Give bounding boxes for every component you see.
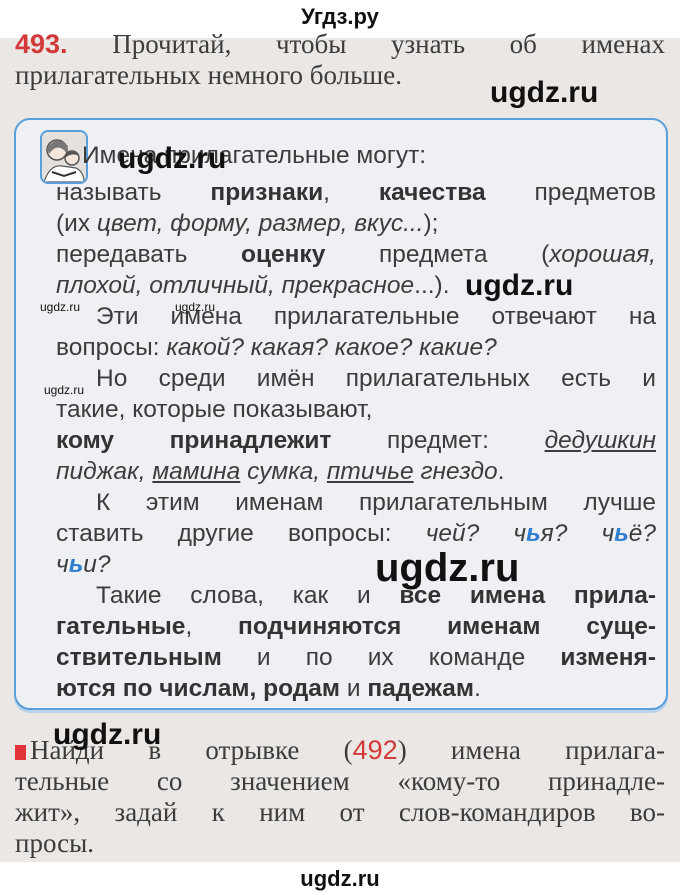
text-segment: просы. <box>15 828 94 858</box>
text-segment: кому принадлежит <box>56 427 332 454</box>
text-segment: сумка, <box>240 458 327 485</box>
text-segment: ё? <box>628 520 656 547</box>
watermark: ugdz.ru <box>40 300 81 314</box>
text-segment: признаки <box>210 179 324 206</box>
text-segment: плохой, отличный, прекрасное <box>56 272 415 299</box>
text-segment: К этим именам прилагательным лучше <box>96 489 656 516</box>
text-line: 493. Прочитай, чтобы узнать об именах <box>15 29 665 60</box>
text-segment: . <box>474 675 481 702</box>
text-line: пиджак, мамина сумка, птичье гнездо. <box>56 456 656 487</box>
text-segment: передавать <box>56 241 241 268</box>
text-segment: ) имена прилага- <box>397 735 665 765</box>
text-segment: ются по числам, родам <box>56 675 341 702</box>
text-line: ются по числам, родам и падежам. <box>56 673 656 704</box>
text-line: чьи? <box>56 549 656 580</box>
task-text: Найди в отрывке (492) имена прилага-тель… <box>15 735 665 859</box>
text-line: ставить другие вопросы: чей? чья? чьё? <box>56 518 656 549</box>
text-segment: и <box>340 675 368 702</box>
text-line: Но среди имён прилагательных есть и <box>56 363 656 394</box>
text-segment: Прочитай, чтобы узнать об именах <box>112 29 665 59</box>
text-segment: . <box>497 458 505 485</box>
text-segment: какой? какая? какое? какие? <box>166 334 497 361</box>
text-segment: и? <box>83 551 111 578</box>
text-segment: вопросы: <box>56 334 167 361</box>
text-segment: жит», задай к ним от слов-командиров во- <box>15 797 665 827</box>
text-line: Эти имена прилагательные отвечают на <box>56 301 656 332</box>
watermark: ugdz.ru <box>44 383 85 397</box>
text-segment: ); <box>423 210 439 237</box>
text-line: ствительным и по их команде изменя- <box>56 642 656 673</box>
watermark: ugdz.ru <box>375 546 520 590</box>
text-segment: называть <box>56 179 211 206</box>
text-segment: предмет: <box>331 427 545 454</box>
text-line: К этим именам прилагательным лучше <box>56 487 656 518</box>
rule-box: Имена прилагательные могут: называть при… <box>14 118 668 710</box>
text-segment: падежам <box>367 675 475 702</box>
watermark: ugdz.ru <box>175 300 216 314</box>
text-segment: качества <box>378 179 486 206</box>
text-line: просы. <box>15 828 665 859</box>
text-segment: , <box>323 179 379 206</box>
text-segment: птичье <box>326 458 414 485</box>
watermark: ugdz.ru <box>465 269 574 302</box>
text-segment: ...). <box>414 272 450 299</box>
text-segment: чей? ч <box>425 520 527 547</box>
text-segment: ставить другие вопросы: <box>56 520 426 547</box>
text-line: Такие слова, как и все имена прила- <box>56 580 656 611</box>
text-segment: ч <box>56 551 69 578</box>
watermark: ugdz.ru <box>53 718 162 751</box>
text-line: гательные, подчиняются именам суще- <box>56 611 656 642</box>
text-segment: и по их команде <box>221 644 561 671</box>
text-segment: я? ч <box>540 520 615 547</box>
text-segment: мамина <box>152 458 241 485</box>
bullet-line: передавать оценку предмета (хорошая, <box>56 239 656 270</box>
text-line: вопросы: какой? какая? какое? какие? <box>56 332 656 363</box>
text-segment: цвет, форму, размер, вкус... <box>96 210 424 237</box>
text-segment: прилагательных немного больше. <box>15 60 402 90</box>
text-segment: изменя- <box>560 644 656 671</box>
exercise-number: 493. <box>15 29 68 59</box>
text-segment: оценку <box>240 241 326 268</box>
text-segment: гнездо <box>413 458 498 485</box>
site-footer: ugdz.ru <box>300 866 380 891</box>
text-segment: ь <box>614 520 629 547</box>
text-segment: дедушкин <box>544 427 656 454</box>
text-segment: Такие слова, как и <box>96 582 400 609</box>
red-square-icon <box>15 745 26 760</box>
text-segment: ь <box>526 520 541 547</box>
text-segment: (их <box>56 210 97 237</box>
text-line: (их цвет, форму, размер, вкус...); <box>56 208 656 239</box>
bullet-line: кому принадлежит предмет: дедушкин <box>56 425 656 456</box>
text-segment: предметов <box>485 179 656 206</box>
children-reading-icon <box>40 130 88 184</box>
text-segment: пиджак, <box>56 458 153 485</box>
text-segment: хорошая, <box>549 241 656 268</box>
text-segment: ствительным <box>56 644 222 671</box>
text-segment: подчиняются именам суще- <box>238 613 656 640</box>
text-segment: тельные со значением «кому-то принадле- <box>15 766 665 796</box>
text-segment: предмета ( <box>325 241 550 268</box>
watermark: ugdz.ru <box>490 76 599 109</box>
text-line: такие, которые показывают, <box>56 394 656 425</box>
text-line: жит», задай к ним от слов-командиров во- <box>15 797 665 828</box>
text-segment: , <box>185 613 239 640</box>
text-segment: ь <box>68 551 84 578</box>
text-line: тельные со значением «кому-то принадле- <box>15 766 665 797</box>
watermark: ugdz.ru <box>118 142 227 175</box>
text-segment: гательные <box>56 613 186 640</box>
text-segment: Но среди имён прилагательных есть и <box>96 365 656 392</box>
textbook-page: 493. Прочитай, чтобы узнать об именах при… <box>0 29 680 862</box>
text-segment: такие, которые показывают, <box>56 396 373 423</box>
bullet-line: называть признаки, качества предметов <box>56 177 656 208</box>
text-segment: 492 <box>352 735 398 765</box>
